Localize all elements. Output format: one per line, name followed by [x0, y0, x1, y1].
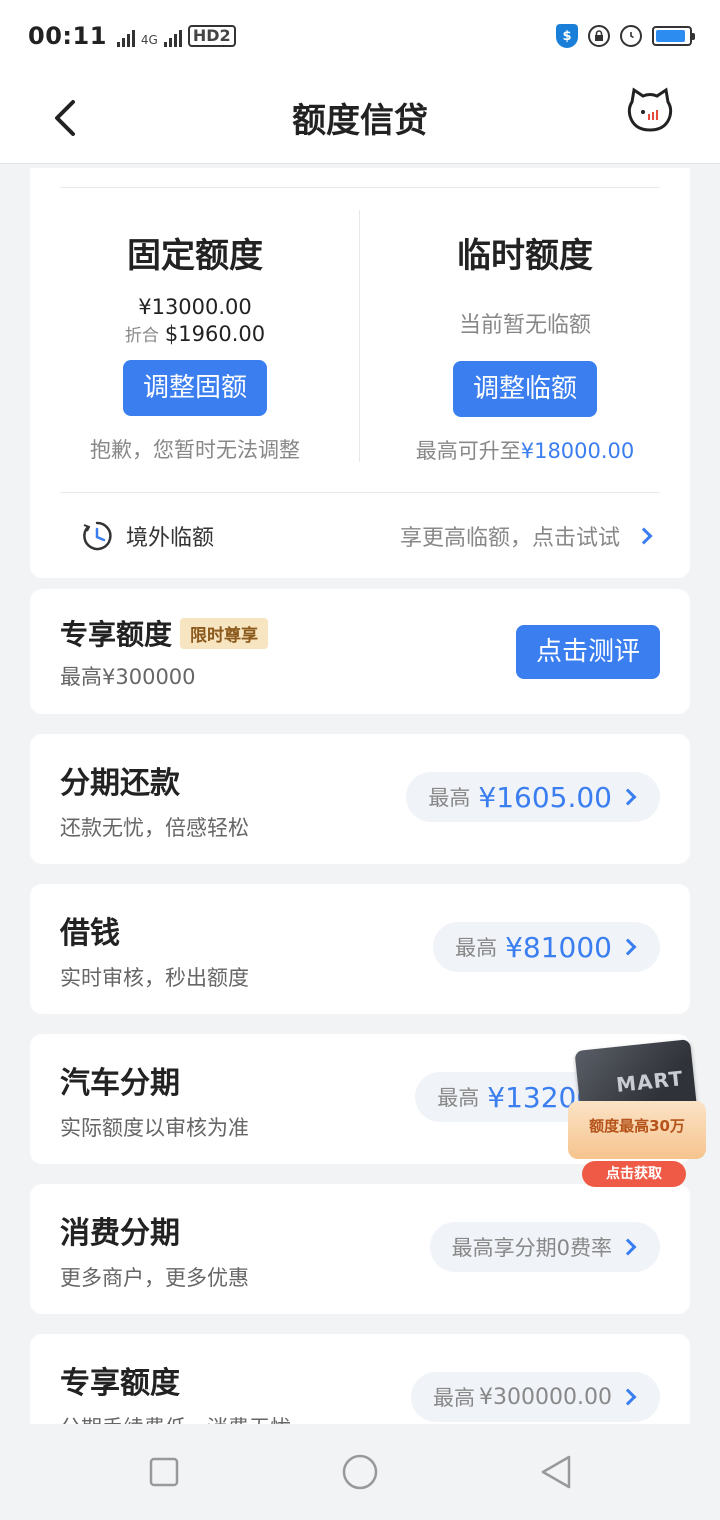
exclusive-quota-card: 专享额度 限时尊享 最高¥300000 点击测评	[30, 589, 690, 714]
pill-label: 最高	[437, 1086, 480, 1110]
fixed-quota-hint: 抱歉，您暂时无法调整	[90, 438, 300, 462]
network-type-label: 4G	[140, 33, 158, 47]
home-button[interactable]	[340, 1452, 380, 1492]
status-right-group: $	[556, 24, 695, 48]
adjust-temp-quota-button[interactable]: 调整临额	[452, 361, 597, 417]
max-amount-pill[interactable]: 最高 ¥1605.00	[406, 772, 660, 822]
converted-value: $1960.00	[164, 322, 266, 346]
adjust-fixed-quota-button[interactable]: 调整固额	[122, 360, 267, 416]
chevron-right-icon	[619, 1238, 637, 1256]
pill-value: ¥81000	[505, 930, 612, 964]
divider	[60, 187, 660, 188]
overseas-quota-row[interactable]: 境外临额 享更高临额，点击试试	[80, 514, 653, 558]
list-item-installment-repay[interactable]: 分期还款 还款无忧，倍感轻松 最高 ¥1605.00	[30, 734, 690, 864]
item-subtitle: 实际额度以审核为准	[60, 1116, 249, 1140]
max-amount-pill[interactable]: 最高 ¥300000.00	[411, 1372, 660, 1422]
pill-label: 最高享分期0费率	[451, 1236, 612, 1260]
limited-time-badge: 限时尊享	[180, 617, 269, 649]
chevron-right-icon	[619, 1388, 637, 1406]
exclusive-quota-title-row: 专享额度 限时尊享	[60, 613, 269, 653]
recents-button[interactable]	[144, 1452, 184, 1492]
nav-bar: 额度信贷	[0, 72, 720, 164]
temp-quota-hint: 最高可升至¥18000.00	[360, 435, 690, 465]
pill-label: 最高	[428, 786, 471, 810]
pill-value: ¥300000.00	[479, 1384, 612, 1410]
temp-quota-status: 当前暂无临额	[458, 313, 591, 338]
signal-icon-2	[163, 29, 182, 47]
item-subtitle: 还款无忧，倍感轻松	[60, 816, 249, 840]
status-bar: 00:11 4G HD2 $	[0, 0, 720, 72]
temp-quota-hint-value: ¥18000.00	[520, 439, 635, 463]
fixed-quota-converted: 折合 $1960.00	[30, 321, 360, 346]
square-icon	[149, 1457, 179, 1487]
item-title: 汽车分期	[60, 1066, 180, 1101]
fixed-quota-amount: ¥13000.00	[138, 295, 252, 319]
temp-quota-section: 临时额度 当前暂无临额 调整临额 最高可升至¥18000.00	[360, 208, 690, 465]
max-amount-pill[interactable]: 最高 ¥81000	[433, 922, 660, 972]
get-card-button[interactable]: 点击获取	[582, 1161, 686, 1187]
signal-icon	[116, 29, 135, 47]
fixed-quota-title: 固定额度	[127, 236, 263, 276]
overseas-quota-label: 境外临额	[126, 526, 215, 551]
list-item-borrow[interactable]: 借钱 实时审核，秒出额度 最高 ¥81000	[30, 884, 690, 1014]
list-item-consumer-installment[interactable]: 消费分期 更多商户，更多优惠 最高享分期0费率	[30, 1184, 690, 1314]
battery-icon	[652, 26, 695, 46]
alarm-icon	[620, 25, 642, 47]
converted-label: 折合	[124, 326, 159, 346]
item-subtitle: 实时审核，秒出额度	[60, 966, 249, 990]
page-title: 额度信贷	[292, 101, 428, 141]
fixed-quota-section: 固定额度 ¥13000.00 折合 $1960.00 调整固额 抱歉，您暂时无法调…	[30, 208, 360, 464]
cat-mascot-icon	[627, 87, 673, 132]
overseas-quota-tip: 享更高临额，点击试试	[399, 526, 620, 551]
pill-value: ¥1605.00	[478, 780, 612, 814]
network-indicator: 4G HD2	[116, 25, 236, 47]
exclusive-quota-subtitle: 最高¥300000	[60, 665, 196, 689]
floating-card-ad[interactable]: MART 额度最高30万 点击获取	[562, 1039, 712, 1190]
quota-card: 固定额度 ¥13000.00 折合 $1960.00 调整固额 抱歉，您暂时无法调…	[30, 168, 690, 578]
item-subtitle: 更多商户，更多优惠	[60, 1266, 249, 1290]
circle-icon	[342, 1454, 378, 1490]
card-brand-text: MART	[614, 1066, 685, 1098]
mascot-button[interactable]	[626, 86, 674, 134]
triangle-back-icon	[541, 1455, 571, 1489]
item-title: 消费分期	[60, 1216, 180, 1251]
status-time: 00:11	[28, 22, 107, 50]
ad-quota-text: 额度最高30万	[589, 1117, 685, 1135]
chevron-right-icon	[635, 527, 653, 545]
shield-icon: $	[556, 24, 578, 48]
system-nav-bar	[0, 1424, 720, 1520]
evaluate-button[interactable]: 点击测评	[515, 625, 660, 679]
item-title: 专享额度	[60, 1366, 180, 1401]
pill-label: 最高	[433, 1386, 476, 1410]
back-button[interactable]	[40, 88, 90, 148]
battery-fill	[656, 30, 685, 42]
chevron-right-icon	[619, 788, 637, 806]
pill-label: 最高	[455, 936, 498, 960]
hd-badge: HD2	[187, 25, 236, 47]
item-title: 分期还款	[60, 766, 180, 801]
chevron-right-icon	[619, 938, 637, 956]
exclusive-quota-title: 专享额度	[60, 618, 173, 651]
clock-plane-icon	[83, 521, 112, 551]
chevron-left-icon	[55, 100, 75, 136]
lock-rotation-icon	[588, 25, 610, 47]
temp-quota-title: 临时额度	[457, 236, 593, 276]
temp-quota-hint-prefix: 最高可升至	[415, 439, 521, 463]
item-title: 借钱	[60, 916, 120, 951]
system-back-button[interactable]	[536, 1452, 576, 1492]
max-amount-pill[interactable]: 最高享分期0费率	[429, 1222, 660, 1272]
divider	[60, 492, 660, 493]
